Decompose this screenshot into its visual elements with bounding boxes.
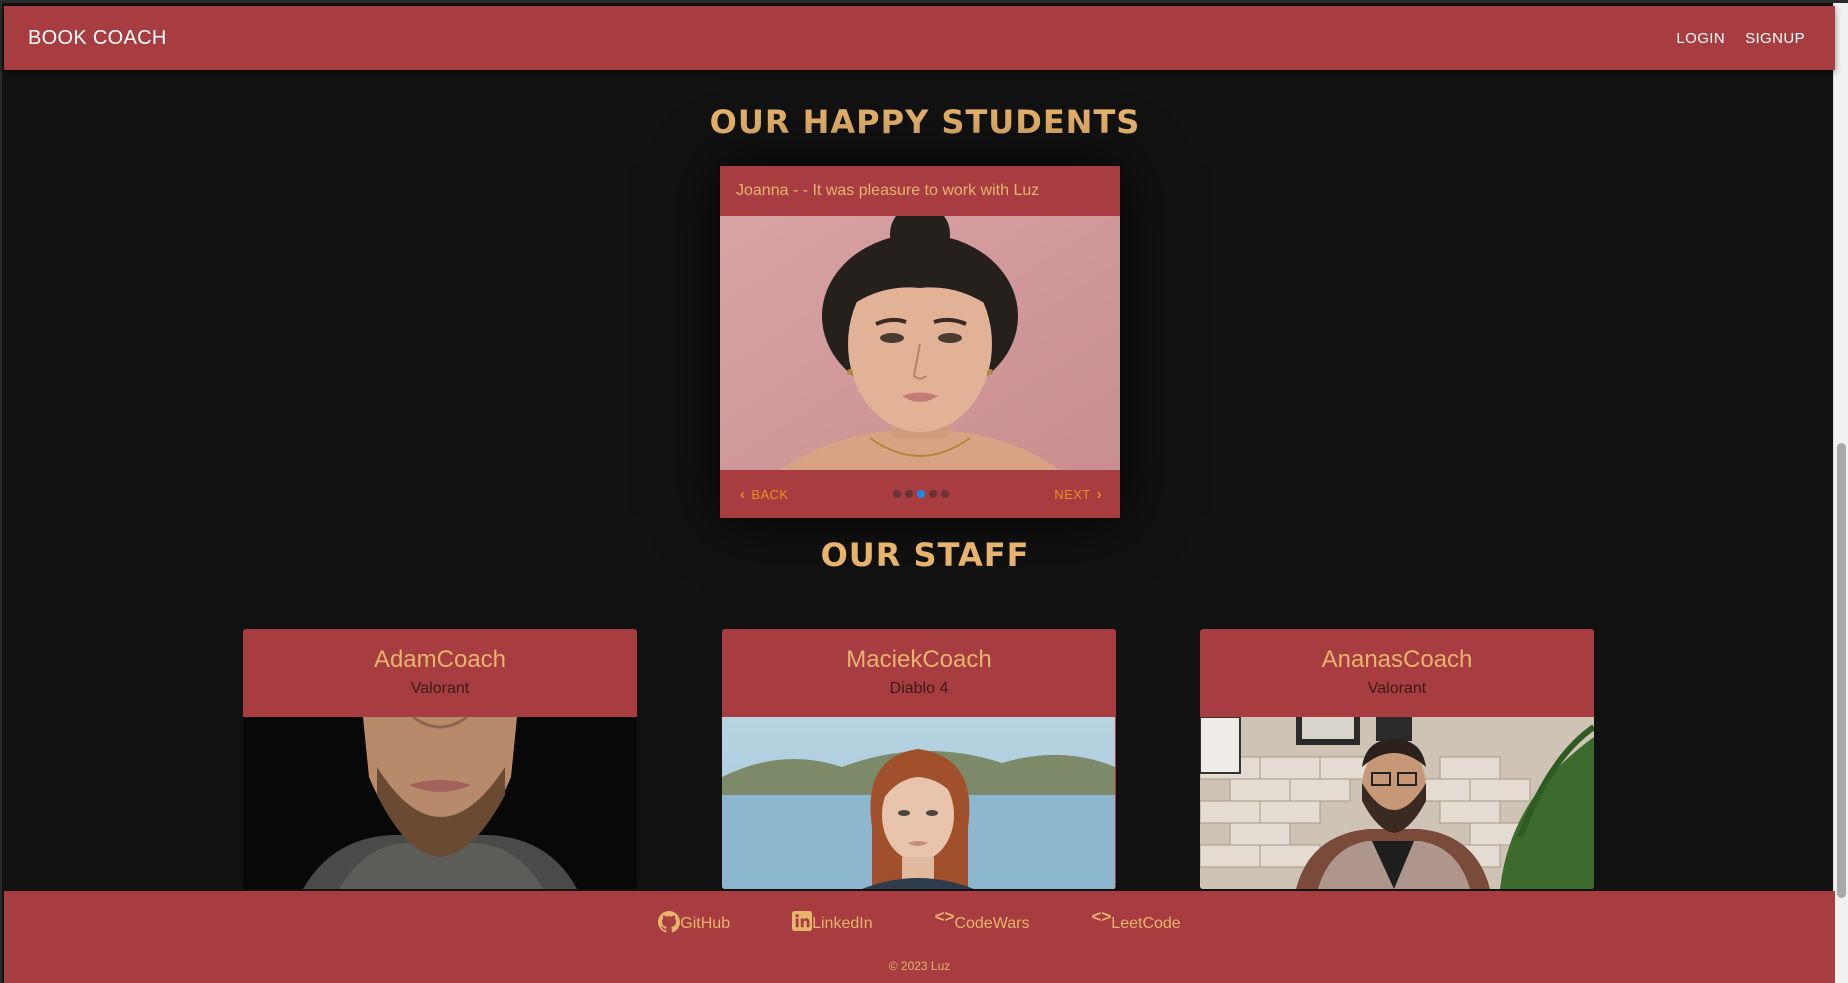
coach-photo — [722, 717, 1116, 889]
coach-game: Diablo 4 — [889, 680, 949, 697]
leetcode-link[interactable]: <> LeetCode — [1091, 901, 1180, 933]
code-icon: <> — [934, 907, 955, 926]
next-label: NEXT — [1054, 486, 1091, 502]
github-link[interactable]: GitHub — [658, 901, 730, 933]
coach-game: Valorant — [410, 680, 470, 697]
coach-game: Valorant — [1367, 680, 1427, 697]
coach-photo — [243, 717, 637, 889]
page-scrollbar[interactable] — [1833, 3, 1848, 983]
card-header: MaciekCoach Diablo 4 — [722, 629, 1116, 717]
github-label: GitHub — [680, 915, 731, 932]
carousel-dot[interactable] — [905, 490, 914, 498]
card-header: AnanasCoach Valorant — [1200, 629, 1594, 717]
back-label: BACK — [751, 486, 789, 502]
code-icon: <> — [1091, 907, 1112, 926]
login-link[interactable]: LOGIN — [1676, 30, 1725, 47]
brand-logo[interactable]: BOOK COACH — [28, 27, 167, 50]
staff-card-maciek[interactable]: MaciekCoach Diablo 4 — [722, 629, 1116, 889]
linkedin-label: LinkedIn — [812, 915, 873, 932]
carousel-dot[interactable] — [941, 490, 950, 498]
carousel-dot[interactable] — [893, 490, 902, 498]
student-portrait-image — [720, 216, 1120, 470]
testimonial-carousel: Joanna - - It was pleasure to work with … — [720, 166, 1120, 518]
linkedin-link[interactable]: LinkedIn — [792, 901, 873, 933]
coach-name: AdamCoach — [373, 646, 507, 673]
coach-name: MaciekCoach — [846, 646, 992, 673]
student-photo — [720, 216, 1120, 470]
codewars-link[interactable]: <> CodeWars — [935, 901, 1030, 933]
chevron-right-icon: › — [1096, 485, 1102, 503]
testimonial-caption: Joanna - - It was pleasure to work with … — [736, 182, 1040, 199]
card-header: AdamCoach Valorant — [243, 629, 637, 717]
coach-name: AnanasCoach — [1321, 646, 1473, 673]
footer: GitHub LinkedIn <> CodeWars <> LeetCode — [4, 891, 1835, 983]
coach-ananas-image — [1200, 717, 1594, 889]
carousel-dots — [893, 490, 950, 498]
signup-link[interactable]: SIGNUP — [1745, 30, 1805, 47]
scrollbar-thumb[interactable] — [1837, 443, 1846, 898]
github-icon — [658, 911, 681, 933]
footer-links: GitHub LinkedIn <> CodeWars <> LeetCode — [4, 901, 1835, 933]
carousel-dot[interactable] — [929, 490, 938, 498]
codewars-label: CodeWars — [954, 915, 1030, 932]
staff-card-adam[interactable]: AdamCoach Valorant — [243, 629, 637, 889]
nav-links: LOGIN SIGNUP — [1676, 30, 1805, 47]
copyright: © 2023 Luz — [888, 959, 951, 973]
chevron-left-icon: ‹ — [740, 485, 746, 503]
staff-card-ananas[interactable]: AnanasCoach Valorant — [1200, 629, 1594, 889]
navbar: BOOK COACH LOGIN SIGNUP — [4, 6, 1835, 70]
coach-maciek-image — [722, 717, 1115, 889]
carousel-next-button[interactable]: NEXT › — [1054, 486, 1102, 503]
carousel-dot-active[interactable] — [917, 490, 926, 498]
our-staff-title: OUR STAFF — [820, 536, 1030, 574]
leetcode-label: LeetCode — [1111, 915, 1181, 932]
happy-students-title: OUR HAPPY STUDENTS — [709, 103, 1141, 141]
carousel-back-button[interactable]: ‹ BACK — [740, 486, 788, 503]
page: BOOK COACH LOGIN SIGNUP OUR HAPPY STUDEN… — [0, 0, 1848, 983]
linkedin-icon — [792, 911, 813, 931]
coach-adam-image — [243, 717, 637, 889]
coach-photo — [1200, 717, 1594, 889]
carousel-controls: ‹ BACK NEXT › — [720, 470, 1120, 518]
